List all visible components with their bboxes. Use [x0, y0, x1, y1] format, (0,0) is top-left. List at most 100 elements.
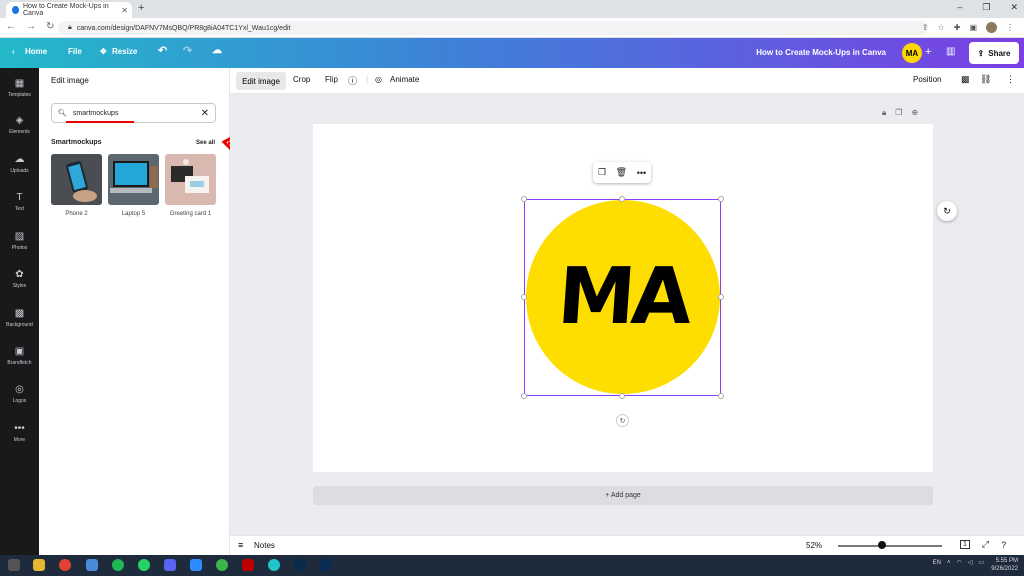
fullscreen-icon[interactable]: ⤢	[982, 539, 989, 550]
rotate-handle-icon[interactable]: ↻	[616, 414, 629, 427]
resize-handle-b[interactable]	[619, 393, 625, 399]
search-input[interactable]: 🔍︎ smartmockups ✕	[51, 103, 216, 123]
position-button[interactable]: Position	[913, 75, 941, 84]
edit-image-panel: Edit image 🔍︎ smartmockups ✕ Smartmockup…	[39, 68, 230, 555]
share-button[interactable]: ⇪ Share	[969, 42, 1019, 64]
cloud-save-icon[interactable]: ☁	[212, 45, 222, 56]
animate-button[interactable]: Animate	[390, 75, 419, 84]
edit-image-button[interactable]: Edit image	[236, 72, 286, 90]
info-icon[interactable]: ⓘ	[348, 74, 357, 87]
resize-handle-l[interactable]	[521, 294, 527, 300]
rail-item-photos[interactable]: ▨ Photos	[0, 231, 39, 251]
crop-button[interactable]: Crop	[293, 75, 310, 84]
duplicate-icon[interactable]: ❐	[598, 167, 606, 178]
rail-item-logos[interactable]: ◎ Logos	[0, 384, 39, 404]
rail-item-text[interactable]: T Text	[0, 192, 39, 212]
new-tab-button[interactable]: +	[138, 2, 144, 14]
mockup-thumb-phone[interactable]	[51, 154, 102, 205]
url-bar[interactable]: 🔒︎ canva.com/design/DAFNV7MsQBQ/PR8g8iA0…	[58, 21, 928, 35]
add-page-icon[interactable]: ⊕	[911, 108, 918, 118]
discord-icon[interactable]	[164, 559, 176, 571]
transparency-icon[interactable]: ▩	[961, 74, 970, 85]
zoom-slider-thumb[interactable]	[877, 541, 886, 549]
more-horizontal-icon[interactable]: •••	[637, 168, 646, 178]
forward-icon[interactable]: →	[26, 21, 36, 32]
reload-icon[interactable]: ↻	[46, 21, 54, 32]
profile-avatar[interactable]	[986, 22, 997, 33]
lightroom-icon[interactable]	[294, 559, 306, 571]
file-explorer-icon[interactable]	[33, 559, 45, 571]
flip-button[interactable]: Flip	[325, 75, 338, 84]
rail-item-templates[interactable]: ▦ Templates	[0, 78, 39, 98]
zoom-icon[interactable]	[190, 559, 202, 571]
home-chevron-icon[interactable]: ‹	[12, 47, 15, 56]
bookmark-star-icon[interactable]: ☆	[938, 23, 945, 32]
volume-icon[interactable]: ◁	[968, 559, 973, 566]
sidepanel-icon[interactable]: ▣	[969, 23, 977, 32]
mockup-thumb-greeting-card[interactable]	[165, 154, 216, 205]
link-icon[interactable]: ⛓	[980, 74, 991, 85]
page-count-button[interactable]: 1	[960, 540, 970, 549]
add-collaborator-icon[interactable]: +	[925, 46, 931, 58]
help-icon[interactable]: ?	[1001, 540, 1006, 550]
filezilla-icon[interactable]	[242, 559, 254, 571]
spotify-icon[interactable]	[112, 559, 124, 571]
see-all-link[interactable]: See all	[196, 140, 215, 146]
document-title[interactable]: How to Create Mock-Ups in Canva	[756, 48, 886, 57]
rail-item-styles[interactable]: ✿ Styles	[0, 269, 39, 289]
zoom-value[interactable]: 52%	[806, 541, 822, 550]
extensions-icon[interactable]: ✚	[954, 23, 961, 32]
minimize-icon[interactable]: –	[957, 2, 962, 13]
comment-icon[interactable]: ↻	[937, 201, 957, 221]
restore-icon[interactable]: ❐	[982, 2, 990, 13]
redo-icon[interactable]: ↷	[183, 44, 192, 57]
tab-title: How to Create Mock-Ups in Canva	[23, 3, 109, 17]
rail-item-elements[interactable]: ◈ Elements	[0, 115, 39, 135]
photoshop-icon[interactable]	[320, 559, 332, 571]
xbox-icon[interactable]	[216, 559, 228, 571]
close-tab-icon[interactable]: ✕	[121, 6, 128, 15]
user-avatar[interactable]: MA	[902, 43, 922, 63]
wifi-icon[interactable]: ◠	[956, 559, 961, 566]
delete-icon[interactable]: 🗑︎	[616, 167, 627, 178]
resize-handle-r[interactable]	[718, 294, 724, 300]
insights-icon[interactable]: ▥	[946, 46, 955, 57]
clear-search-icon[interactable]: ✕	[201, 108, 209, 119]
tray-chevron-icon[interactable]: ˄	[947, 560, 951, 566]
canva-app-icon[interactable]	[268, 559, 280, 571]
battery-icon[interactable]: ▭	[978, 559, 984, 566]
whatsapp-icon[interactable]	[138, 559, 150, 571]
share-page-icon[interactable]: ⇪	[922, 23, 929, 32]
lock-page-icon[interactable]: 🔒︎	[882, 108, 886, 118]
file-menu-button[interactable]: File	[68, 47, 82, 56]
system-clock[interactable]: 5:55 PM 9/26/2022	[991, 557, 1018, 573]
more-options-icon[interactable]: ⋮	[1006, 74, 1015, 85]
resize-handle-t[interactable]	[619, 196, 625, 202]
rail-item-more[interactable]: ••• More	[0, 423, 39, 443]
browser-tab[interactable]: How to Create Mock-Ups in Canva ✕	[6, 2, 132, 18]
notes-button[interactable]: Notes	[254, 541, 275, 550]
close-window-icon[interactable]: ✕	[1010, 2, 1018, 13]
chrome-icon[interactable]	[59, 559, 71, 571]
undo-icon[interactable]: ↶	[158, 44, 167, 57]
rail-item-uploads[interactable]: ☁ Uploads	[0, 154, 39, 174]
duplicate-page-icon[interactable]: ❐	[895, 108, 902, 118]
mockup-thumb-laptop[interactable]	[108, 154, 159, 205]
rail-item-background[interactable]: ▩ Background	[0, 308, 39, 328]
add-page-button[interactable]: + Add page	[313, 486, 933, 505]
rail-item-brandfetch[interactable]: ▣ Brandfetch	[0, 346, 39, 366]
browser-menu-icon[interactable]: ⋮	[1006, 23, 1014, 32]
home-button[interactable]: Home	[25, 47, 47, 56]
back-icon[interactable]: ←	[6, 21, 16, 32]
windows-start-icon[interactable]	[8, 559, 20, 571]
resize-button[interactable]: Resize	[112, 47, 137, 56]
resize-handle-br[interactable]	[718, 393, 724, 399]
resize-handle-tl[interactable]	[521, 196, 527, 202]
language-indicator[interactable]: EN	[933, 560, 941, 566]
selection-box[interactable]	[521, 196, 724, 399]
resize-handle-bl[interactable]	[521, 393, 527, 399]
resize-handle-tr[interactable]	[718, 196, 724, 202]
mail-icon[interactable]	[86, 559, 98, 571]
zoom-slider[interactable]	[838, 545, 942, 547]
share-label: Share	[988, 48, 1011, 58]
